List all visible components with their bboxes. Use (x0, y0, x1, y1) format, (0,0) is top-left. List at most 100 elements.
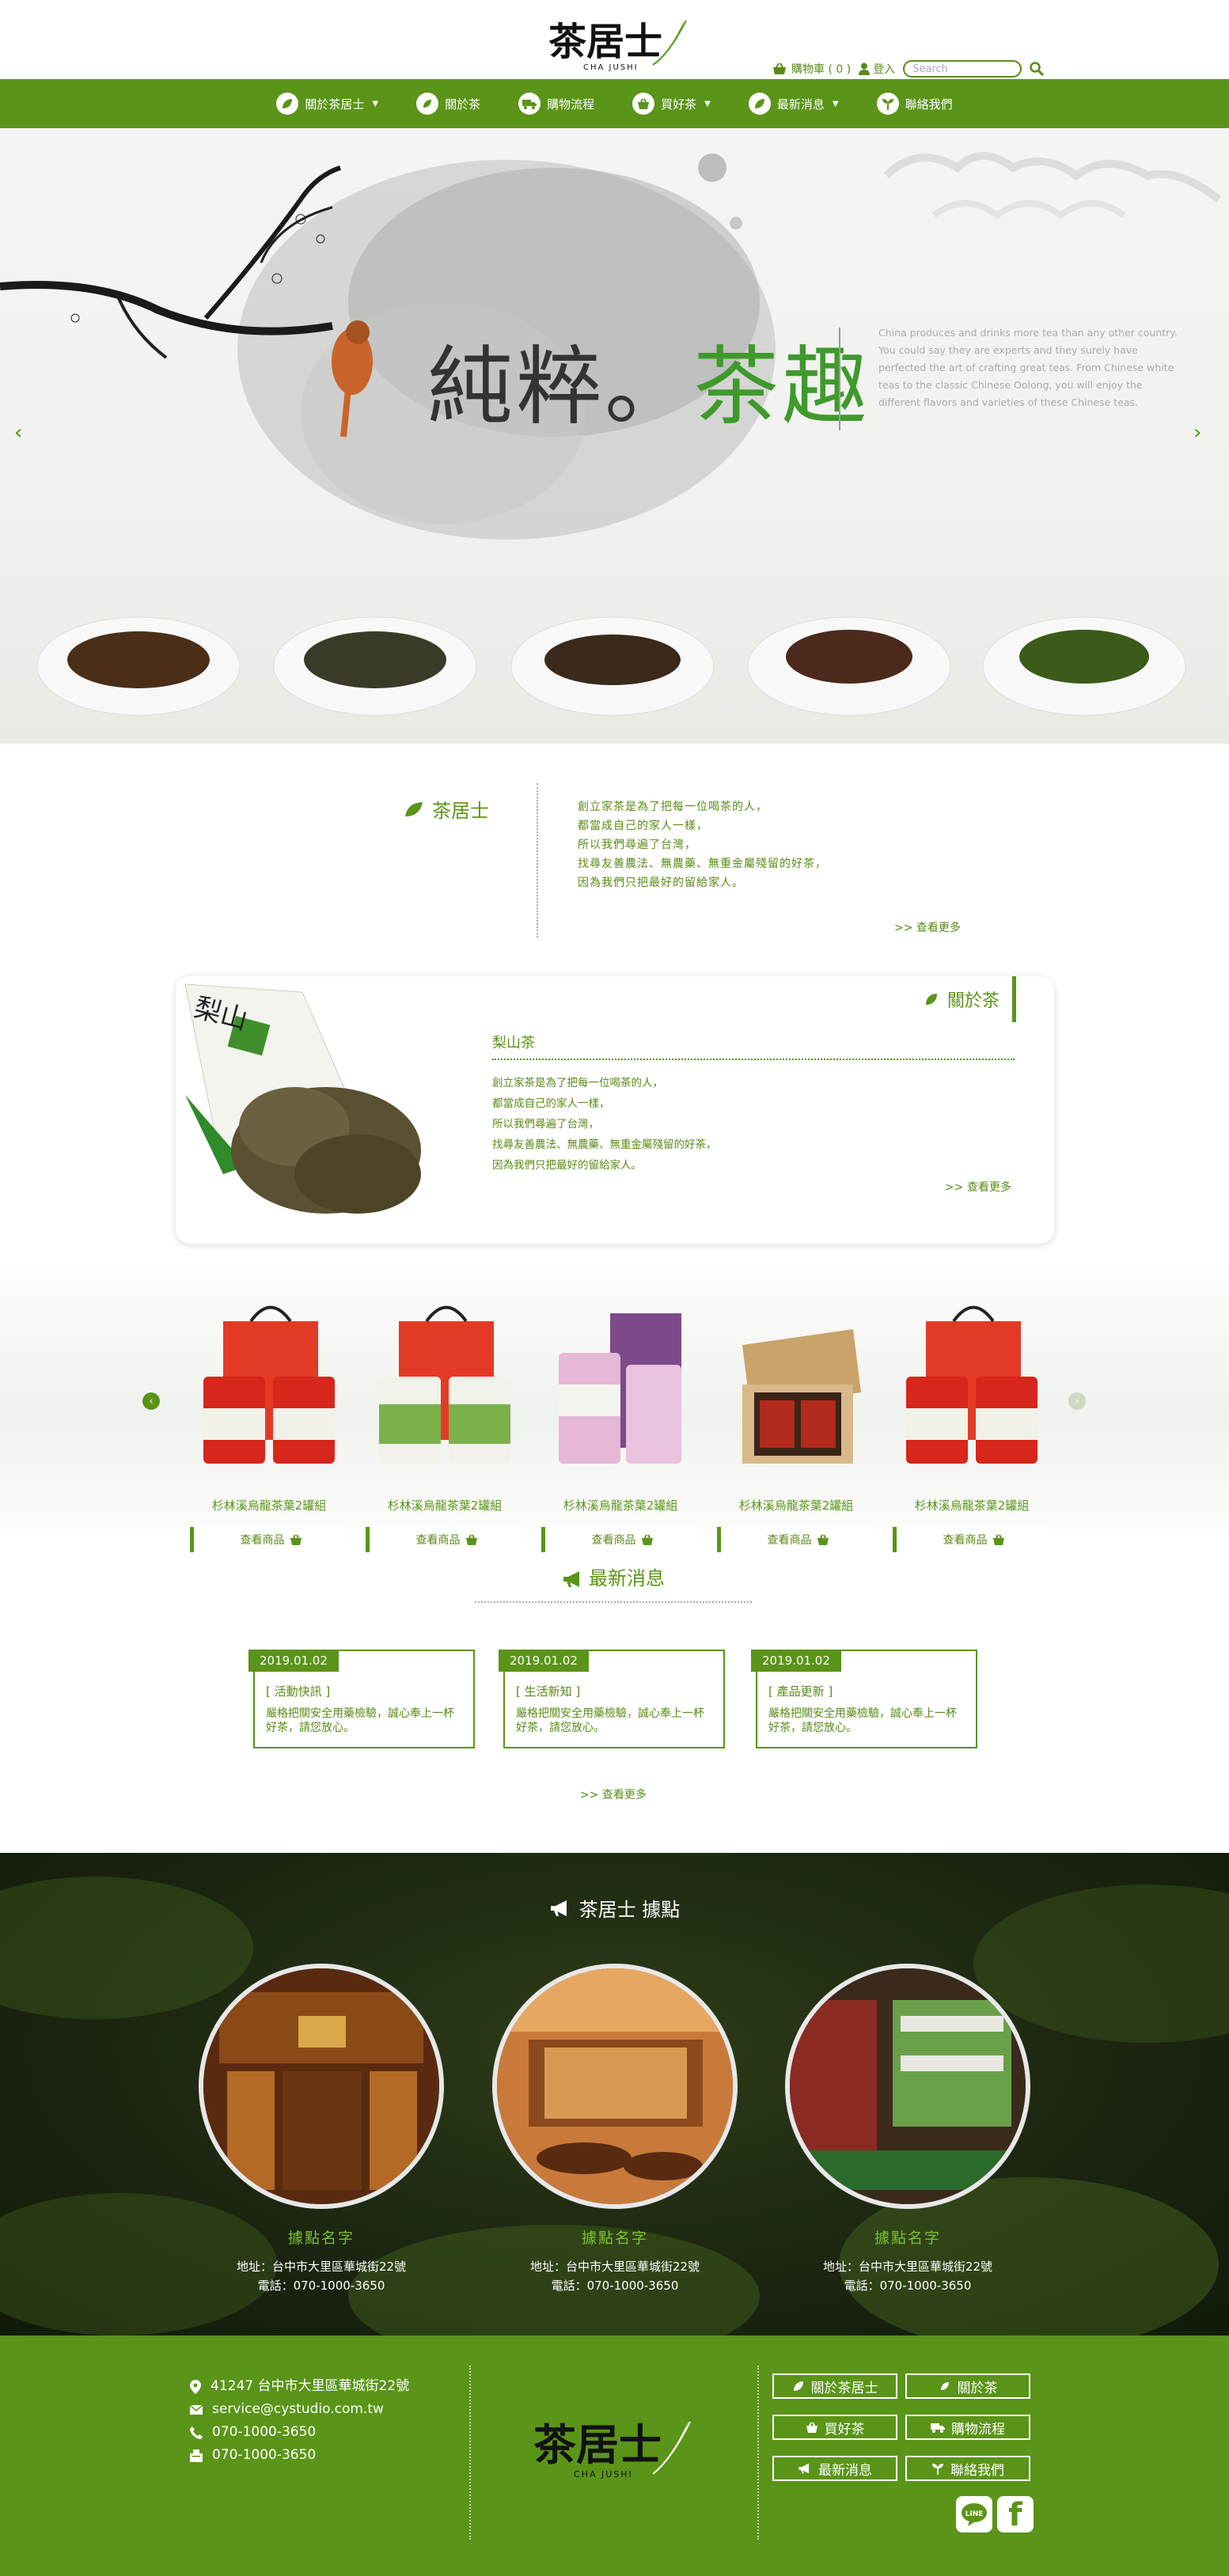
about-tea-card: 梨山 關於茶 梨山茶 創立家茶是為了把每一位喝茶的人， 都當成自己的家人一樣， … (176, 976, 1054, 1244)
product-card: 杉林溪烏龍茶葉2罐組 查看商品 (717, 1297, 875, 1552)
footer-link-news[interactable]: 最新消息 (772, 2456, 897, 2481)
news-title-text: 最新消息 (589, 1567, 665, 1589)
footer-divider (469, 2366, 471, 2540)
slogan-tea-fun: 茶趣 (693, 338, 871, 437)
megaphone-icon (563, 1571, 579, 1587)
view-product-button[interactable]: 查看商品 (541, 1527, 700, 1552)
news-card[interactable]: 2019.01.02 [ 生活新知 ] 嚴格把關安全用藥檢驗，誠心奉上一杯好茶，… (499, 1650, 725, 1748)
nav-item-about-chajushi[interactable]: 關於茶居士 ▼ (276, 93, 378, 115)
nav-item-contact[interactable]: 聯絡我們 (876, 93, 953, 115)
footer-link-contact[interactable]: 聯絡我們 (905, 2456, 1030, 2481)
basket-icon (992, 1534, 1004, 1545)
basket-icon (641, 1534, 653, 1545)
tea-plate (36, 616, 241, 716)
location-info: 地址：台中市大里區華城街22號 電話：070-1000-3650 (199, 2257, 444, 2295)
view-product-label: 查看商品 (591, 1534, 636, 1547)
view-product-label: 查看商品 (240, 1534, 285, 1547)
hero-divider (839, 328, 840, 430)
view-product-button[interactable]: 查看商品 (190, 1527, 348, 1552)
hero-description: China produces and drinks more tea than … (878, 327, 1178, 408)
footer-link-about-chajushi[interactable]: 關於茶居士 (772, 2373, 897, 2399)
location-phone: 電話：070-1000-3650 (844, 2279, 972, 2293)
product-name[interactable]: 杉林溪烏龍茶葉2罐組 (192, 1497, 347, 1513)
footer-link-shopping-process[interactable]: 購物流程 (905, 2415, 1030, 2440)
news-category: [ 活動快訊 ] (266, 1684, 331, 1699)
footer-link-buy-tea[interactable]: 買好茶 (772, 2415, 897, 2440)
basket-icon (773, 63, 786, 74)
news-card[interactable]: 2019.01.02 [ 活動快訊 ] 嚴格把關安全用藥檢驗，誠心奉上一杯好茶，… (248, 1650, 475, 1748)
truck-icon (518, 93, 541, 115)
sprout-icon (876, 93, 899, 115)
product-card: 杉林溪烏龍茶葉2罐組 查看商品 (893, 1297, 1051, 1552)
login-link[interactable]: 登入 (859, 61, 895, 77)
svg-text:茶居士: 茶居士 (533, 2419, 662, 2470)
basket-icon (817, 1534, 829, 1545)
map-pin-icon (190, 2379, 201, 2394)
locations-title-text: 茶居士 據點 (578, 1899, 681, 1921)
site-logo[interactable]: 茶居士 CHA JUSHI (542, 11, 692, 74)
leaf-icon (793, 2381, 803, 2391)
product-card: 杉林溪烏龍茶葉2罐組 查看商品 (366, 1297, 524, 1552)
about-text: 創立家茶是為了把每一位喝茶的人， 都當成自己的家人一樣， 所以我們尋遍了台灣， … (578, 797, 827, 892)
nav-label: 買好茶 (661, 97, 697, 112)
svg-text:CHA JUSHI: CHA JUSHI (574, 2469, 633, 2479)
view-product-label: 查看商品 (943, 1534, 988, 1547)
view-product-button[interactable]: 查看商品 (893, 1527, 1051, 1552)
footer-link-about-tea[interactable]: 關於茶 (905, 2373, 1030, 2399)
location-card: 據點名字 地址：台中市大里區華城街22號 電話：070-1000-3650 (785, 1964, 1030, 2295)
megaphone-icon (798, 2463, 810, 2474)
location-name: 據點名字 (287, 2229, 355, 2247)
tea-name: 梨山茶 (492, 1035, 535, 1051)
caret-down-icon: ▼ (704, 99, 711, 108)
about-line-2: 都當成自己的家人一樣， (578, 820, 708, 832)
view-product-button[interactable]: 查看商品 (366, 1527, 524, 1552)
footer-phone: 070-1000-3650 (212, 2424, 317, 2440)
news-category: [ 產品更新 ] (768, 1684, 833, 1699)
store-photo[interactable] (492, 1964, 738, 2209)
footer-logo[interactable]: 茶居士 CHA JUSHI (530, 2411, 696, 2486)
news-body: 嚴格把關安全用藥檢驗，誠心奉上一杯好茶，請您放心。 (516, 1707, 704, 1734)
facebook-icon[interactable]: f (997, 2496, 1034, 2532)
tea-card-tab-label: 關於茶 (946, 991, 1000, 1011)
hero-slogan: 純粹。茶趣 (427, 318, 871, 441)
nav-item-about-tea[interactable]: 關於茶 (416, 93, 480, 115)
nav-item-buy-tea[interactable]: 買好茶 ▼ (632, 93, 711, 115)
page: 茶居士 CHA JUSHI 購物車 ( 0 ) 登入 關於茶居士 ▼ 關於茶 (0, 0, 1229, 2576)
search-icon[interactable] (1030, 62, 1045, 76)
tea-more-link[interactable]: >> 查看更多 (945, 1179, 1011, 1195)
search-input[interactable] (903, 60, 1022, 78)
hero-prev-arrow-icon[interactable]: ‹ (14, 421, 22, 445)
cart-link[interactable]: 購物車 ( 0 ) (772, 61, 851, 77)
tea-card-tab[interactable]: 關於茶 (924, 976, 1016, 1022)
tea-divider (492, 1059, 1015, 1060)
product-name[interactable]: 杉林溪烏龍茶葉2罐組 (543, 1497, 698, 1513)
carousel-next-icon[interactable]: › (1068, 1392, 1086, 1410)
footer-email[interactable]: service@cystudio.com.tw (212, 2398, 384, 2421)
hero-next-arrow-icon[interactable]: › (1193, 421, 1201, 445)
footer-link-label: 關於茶居士 (810, 2380, 878, 2396)
news-card[interactable]: 2019.01.02 [ 產品更新 ] 嚴格把關安全用藥檢驗，誠心奉上一杯好茶，… (751, 1650, 977, 1748)
product-name[interactable]: 杉林溪烏龍茶葉2罐組 (367, 1497, 522, 1513)
product-image (379, 1305, 510, 1464)
user-icon (859, 63, 871, 75)
store-photo[interactable] (785, 1964, 1030, 2209)
view-product-button[interactable]: 查看商品 (717, 1527, 875, 1552)
leaf-icon (276, 93, 299, 115)
location-card: 據點名字 地址：台中市大里區華城街22號 電話：070-1000-3650 (199, 1964, 444, 2295)
news-date: 2019.01.02 (248, 1650, 339, 1672)
footer-link-label: 買好茶 (824, 2421, 865, 2438)
news-more-link[interactable]: >> 查看更多 (580, 1786, 647, 1802)
news-body: 嚴格把關安全用藥檢驗，誠心奉上一杯好茶，請您放心。 (768, 1707, 957, 1734)
about-more-link[interactable]: >> 查看更多 (894, 919, 961, 935)
store-photo[interactable] (199, 1964, 444, 2209)
product-name[interactable]: 杉林溪烏龍茶葉2罐組 (719, 1497, 874, 1513)
nav-item-news[interactable]: 最新消息 ▼ (748, 93, 839, 115)
location-info: 地址：台中市大里區華城街22號 電話：070-1000-3650 (492, 2257, 738, 2295)
line-icon[interactable]: LINE (956, 2496, 992, 2532)
carousel-prev-icon[interactable]: ‹ (142, 1392, 160, 1410)
sprout-icon (932, 2464, 943, 2475)
nav-label: 關於茶 (445, 97, 481, 112)
nav-item-shopping-process[interactable]: 購物流程 (518, 93, 594, 115)
footer-link-label: 購物流程 (951, 2421, 1005, 2438)
product-name[interactable]: 杉林溪烏龍茶葉2罐組 (894, 1497, 1049, 1513)
